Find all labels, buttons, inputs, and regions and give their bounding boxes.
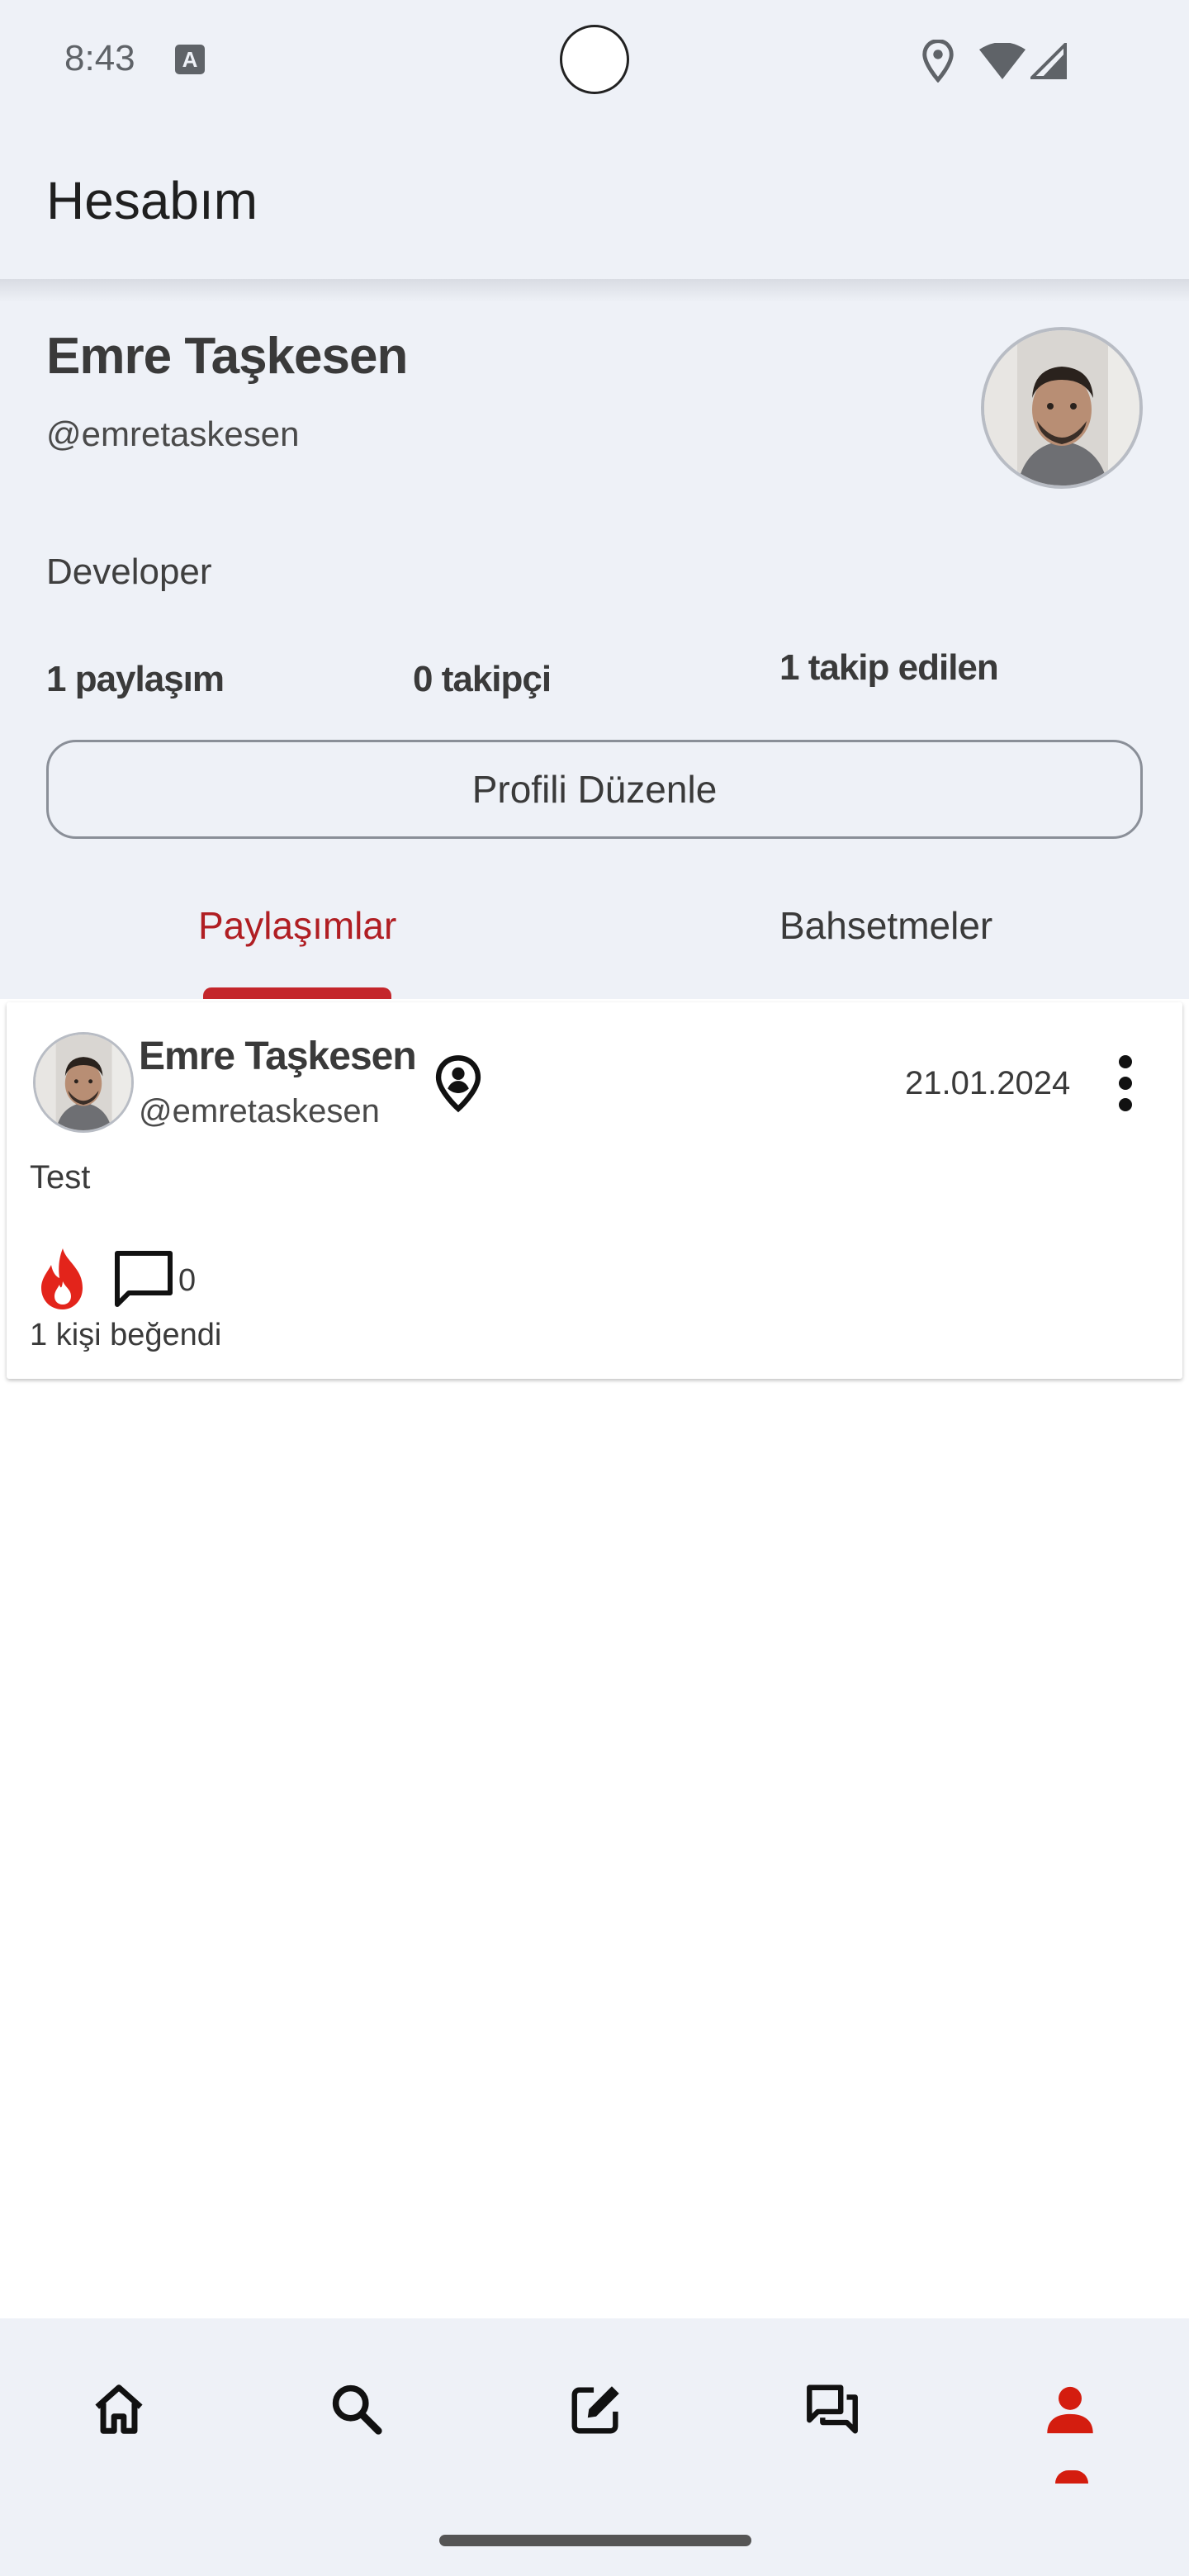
- more-options-icon[interactable]: [1106, 1054, 1144, 1113]
- edit-profile-button[interactable]: Profili Düzenle: [46, 740, 1143, 839]
- tab-mentions[interactable]: Bahsetmeler: [779, 903, 992, 948]
- avatar-photo: [984, 330, 1139, 485]
- profile-avatar[interactable]: [981, 327, 1143, 489]
- app-bar-shadow: [0, 279, 1189, 302]
- post-text: Test: [30, 1159, 91, 1196]
- post-date: 21.01.2024: [905, 1065, 1071, 1101]
- nav-home[interactable]: [78, 2368, 160, 2451]
- messages-icon: [807, 2384, 858, 2434]
- page-title: Hesabım: [46, 171, 258, 230]
- home-icon: [95, 2384, 143, 2434]
- profile-icon: [1047, 2386, 1093, 2434]
- post-avatar[interactable]: [33, 1032, 134, 1133]
- tab-posts[interactable]: Paylaşımlar: [198, 903, 396, 948]
- search-icon: [332, 2384, 382, 2435]
- signal-icon: [1030, 43, 1067, 79]
- comment-icon[interactable]: [112, 1248, 175, 1311]
- status-time: 8:43: [64, 38, 135, 78]
- fire-like-icon[interactable]: [33, 1245, 92, 1311]
- post-author[interactable]: Emre Taşkesen: [139, 1034, 417, 1079]
- avatar-photo: [36, 1035, 131, 1130]
- stat-posts[interactable]: 1 paylaşım: [46, 659, 225, 700]
- post-handle: @emretaskesen: [139, 1093, 380, 1129]
- nav-compose[interactable]: [555, 2368, 637, 2451]
- compose-icon: [571, 2386, 619, 2434]
- nav-search[interactable]: [315, 2368, 398, 2451]
- camera-cutout: [560, 25, 629, 94]
- wifi-icon: [979, 43, 1026, 79]
- profile-name: Emre Taşkesen: [46, 328, 408, 385]
- notification-icon: A: [175, 45, 205, 74]
- location-icon: [922, 40, 954, 83]
- tab-indicator: [203, 987, 391, 999]
- profile-handle: @emretaskesen: [46, 414, 300, 453]
- profile-bio: Developer: [46, 552, 212, 592]
- stat-following[interactable]: 1 takip edilen: [779, 647, 999, 689]
- location-person-icon[interactable]: [429, 1054, 487, 1113]
- comment-count: 0: [178, 1263, 197, 1298]
- nav-messages[interactable]: [791, 2368, 874, 2451]
- stat-followers[interactable]: 0 takipçi: [413, 659, 552, 700]
- likes-text[interactable]: 1 kişi beğendi: [30, 1318, 221, 1353]
- gesture-home-indicator[interactable]: [439, 2535, 751, 2546]
- nav-profile[interactable]: [1029, 2368, 1111, 2451]
